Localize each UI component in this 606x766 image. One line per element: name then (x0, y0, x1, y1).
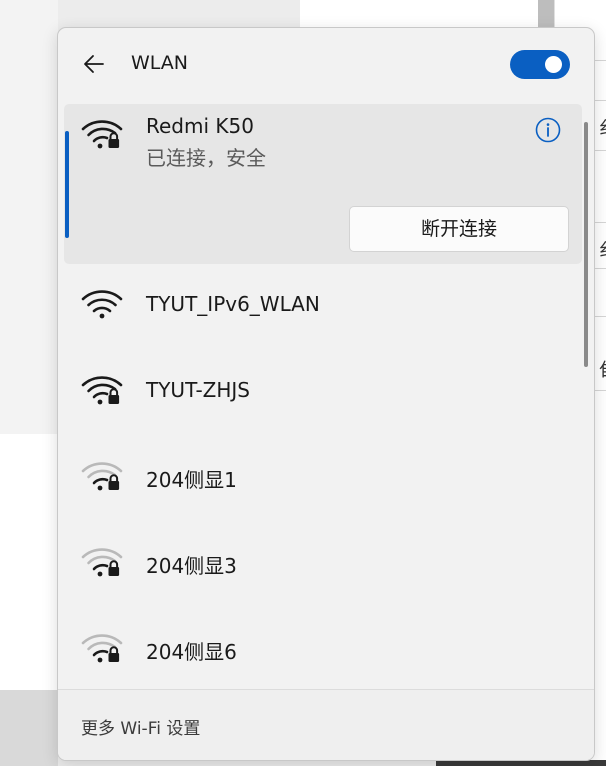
background-glyph: 纟 (599, 236, 606, 262)
wlan-flyout: WLAN Redmi K50 已连接，安全 断开连接 TYUT_IPv6_WLA… (57, 27, 595, 761)
wifi-weak-secured-icon (81, 462, 123, 491)
network-item[interactable]: 204侧显3 (64, 522, 582, 608)
background-window-left-lower (0, 434, 58, 690)
background-taskbar-fragment (0, 690, 58, 766)
page-title: WLAN (131, 52, 189, 74)
network-list: Redmi K50 已连接，安全 断开连接 TYUT_IPv6_WLAN TYU… (58, 104, 594, 689)
connected-network-name: Redmi K50 (146, 114, 254, 138)
network-name: TYUT-ZHJS (146, 378, 251, 402)
wlan-toggle[interactable] (510, 50, 570, 79)
background-glyph: 隹 (599, 356, 606, 382)
network-properties-button[interactable] (534, 116, 562, 144)
list-scrollbar[interactable] (584, 122, 588, 367)
network-name: 204侧显6 (146, 640, 237, 664)
network-item[interactable]: 204侧显6 (64, 608, 582, 689)
arrow-left-icon (84, 55, 104, 73)
wifi-secured-icon (81, 120, 123, 149)
network-item[interactable]: TYUT-ZHJS (64, 350, 582, 436)
flyout-header: WLAN (58, 28, 594, 100)
background-window (300, 0, 540, 30)
wifi-secured-icon (81, 376, 123, 405)
network-item[interactable]: 204侧显1 (64, 436, 582, 522)
more-wifi-settings-link[interactable]: 更多 Wi-Fi 设置 (81, 714, 200, 739)
wifi-weak-secured-icon (81, 634, 123, 663)
selection-indicator (65, 131, 69, 238)
background-scroll-strip (538, 0, 554, 30)
connected-network-item[interactable]: Redmi K50 已连接，安全 断开连接 (64, 104, 582, 264)
disconnect-button[interactable]: 断开连接 (349, 206, 569, 252)
wifi-weak-secured-icon (81, 548, 123, 577)
back-button[interactable] (80, 50, 108, 78)
toggle-knob (545, 56, 562, 73)
flyout-footer: 更多 Wi-Fi 设置 (58, 689, 594, 760)
network-item[interactable]: TYUT_IPv6_WLAN (64, 264, 582, 350)
connected-network-status: 已连接，安全 (146, 146, 266, 170)
network-name: 204侧显3 (146, 554, 237, 578)
wifi-icon (81, 290, 123, 319)
info-icon (535, 117, 561, 143)
network-name: TYUT_IPv6_WLAN (146, 292, 320, 316)
background-window-left (0, 0, 58, 434)
network-name: 204侧显1 (146, 468, 237, 492)
background-glyph: 纟 (599, 114, 606, 140)
